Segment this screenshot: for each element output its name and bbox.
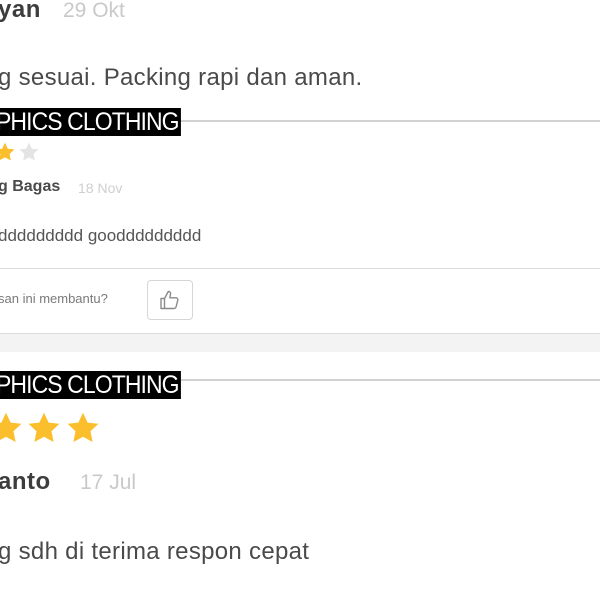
review-date: 29 Okt bbox=[63, 0, 125, 22]
thumbs-up-icon bbox=[160, 290, 179, 310]
product-name-label: PHICS CLOTHING bbox=[0, 371, 181, 399]
helpful-prompt: san ini membantu? bbox=[0, 291, 108, 306]
review-date: 18 Nov bbox=[78, 180, 123, 196]
review-separator bbox=[0, 334, 600, 352]
review-text: g sdh di terima respon cepat bbox=[0, 538, 310, 565]
star-empty-icon bbox=[19, 142, 39, 161]
product-name-label: PHICS CLOTHING bbox=[0, 108, 181, 136]
review-date: 17 Jul bbox=[80, 471, 137, 494]
star-filled-icon bbox=[67, 412, 99, 442]
like-button[interactable] bbox=[147, 280, 193, 320]
star-filled-icon bbox=[0, 142, 15, 161]
reviewer-name: yan bbox=[0, 0, 41, 23]
star-filled-icon bbox=[0, 412, 22, 442]
review-text: ddddddddd gooddddddddd bbox=[0, 226, 202, 245]
product-divider bbox=[180, 120, 600, 122]
product-divider bbox=[180, 379, 600, 381]
star-filled-icon bbox=[28, 412, 60, 442]
reviewer-name: g Bagas bbox=[0, 178, 61, 195]
product-reviews-list: yan 29 Okt g sesuai. Packing rapi dan am… bbox=[0, 0, 600, 600]
reviewer-name: anto bbox=[0, 468, 51, 495]
divider bbox=[0, 268, 600, 269]
review-text: g sesuai. Packing rapi dan aman. bbox=[0, 64, 363, 91]
